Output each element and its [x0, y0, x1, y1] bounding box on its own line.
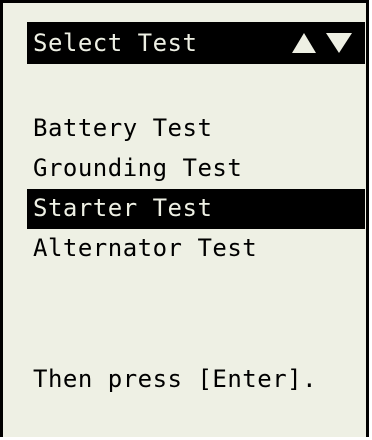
down-arrow-icon: [326, 33, 352, 53]
menu-item-label: Alternator Test: [33, 234, 258, 262]
menu-item-label: Starter Test: [33, 194, 213, 222]
menu-item-label: Grounding Test: [33, 154, 243, 182]
title-bar: Select Test: [27, 22, 365, 64]
instruction-text: Then press [Enter].: [33, 365, 318, 393]
menu-item-label: Battery Test: [33, 114, 213, 142]
menu-item-alternator-test[interactable]: Alternator Test: [27, 229, 365, 269]
up-down-arrows-icon: [290, 31, 354, 55]
lcd-screen: Select Test Battery Test Grounding Test …: [0, 0, 369, 437]
menu-item-battery-test[interactable]: Battery Test: [27, 109, 365, 149]
menu-item-grounding-test[interactable]: Grounding Test: [27, 149, 365, 189]
menu-item-starter-test[interactable]: Starter Test: [27, 189, 365, 229]
up-arrow-icon: [292, 33, 316, 53]
page-title: Select Test: [33, 29, 198, 57]
